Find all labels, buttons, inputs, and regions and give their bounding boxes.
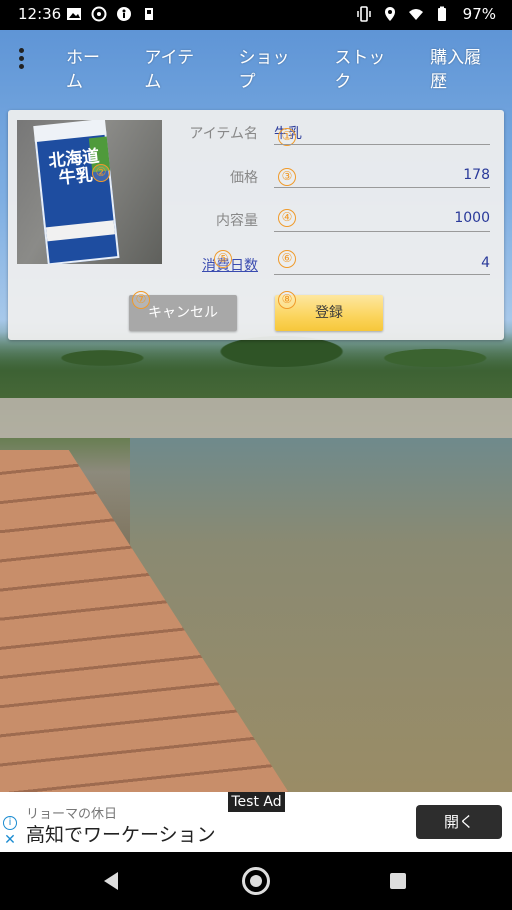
location-icon — [385, 7, 395, 21]
item-form-panel: 北海道牛乳 ② アイテム名 牛乳 ① 価格 ③ 178 内容量 ④ 1000 消… — [8, 110, 504, 340]
price-label: 価格 — [230, 170, 258, 186]
tab-stock[interactable]: ストック — [320, 46, 416, 92]
target-icon — [91, 6, 107, 22]
ad-open-button[interactable]: 開く — [416, 805, 502, 839]
sim-icon — [145, 8, 153, 20]
background-wall — [0, 398, 512, 438]
badge-4: ④ — [278, 209, 296, 227]
item-name-underline — [274, 144, 490, 145]
price-underline — [274, 187, 490, 188]
capacity-input[interactable]: 1000 — [370, 210, 490, 226]
item-photo[interactable]: 北海道牛乳 — [17, 120, 162, 264]
ad-close-icon[interactable]: ✕ — [3, 833, 17, 847]
back-icon[interactable] — [104, 872, 118, 890]
milk-carton-image: 北海道牛乳 — [33, 120, 120, 264]
nav-tabs: ホーム アイテム ショップ ストック 購入履歴 — [52, 46, 512, 92]
battery-icon — [438, 6, 446, 21]
test-ad-tag: Test Ad — [228, 792, 285, 812]
item-name-label: アイテム名 — [189, 126, 258, 142]
consumption-days-underline — [274, 274, 490, 275]
badge-7: ⑦ — [132, 291, 150, 309]
badge-5: ⑤ — [214, 250, 232, 268]
home-icon[interactable] — [242, 867, 270, 895]
status-time: 12:36 — [18, 5, 62, 23]
wifi-icon — [409, 9, 423, 20]
ad-headline[interactable]: 高知でワーケーション — [26, 820, 216, 847]
menu-dot — [19, 48, 24, 53]
badge-8: ⑧ — [278, 291, 296, 309]
battery-percentage: 97% — [462, 5, 496, 23]
accessibility-icon — [117, 7, 131, 21]
tab-home[interactable]: ホーム — [52, 46, 130, 92]
recents-icon[interactable] — [390, 873, 406, 889]
photo-icon — [67, 8, 81, 20]
menu-dot — [19, 56, 24, 61]
system-nav-bar — [0, 852, 512, 910]
ad-banner[interactable]: Test Ad リョーマの休日 高知でワーケーション i ✕ 開く — [0, 792, 512, 852]
consumption-days-input[interactable]: 4 — [370, 255, 490, 271]
badge-2: ② — [92, 164, 110, 182]
tab-purchase-history[interactable]: 購入履歴 — [416, 46, 512, 92]
badge-6: ⑥ — [278, 250, 296, 268]
ad-info-icon[interactable]: i — [3, 816, 17, 830]
badge-3: ③ — [278, 168, 296, 186]
capacity-label: 内容量 — [216, 213, 258, 229]
top-nav: ホーム アイテム ショップ ストック 購入履歴 — [0, 30, 512, 92]
vibrate-icon — [357, 6, 371, 22]
menu-dot — [19, 64, 24, 69]
price-input[interactable]: 178 — [370, 167, 490, 183]
tab-item[interactable]: アイテム — [130, 46, 224, 92]
capacity-underline — [274, 231, 490, 232]
overflow-menu-button[interactable] — [10, 46, 34, 70]
status-bar: 12:36 97% — [0, 0, 512, 30]
tab-shop[interactable]: ショップ — [225, 46, 321, 92]
carton-stripe — [45, 220, 115, 242]
